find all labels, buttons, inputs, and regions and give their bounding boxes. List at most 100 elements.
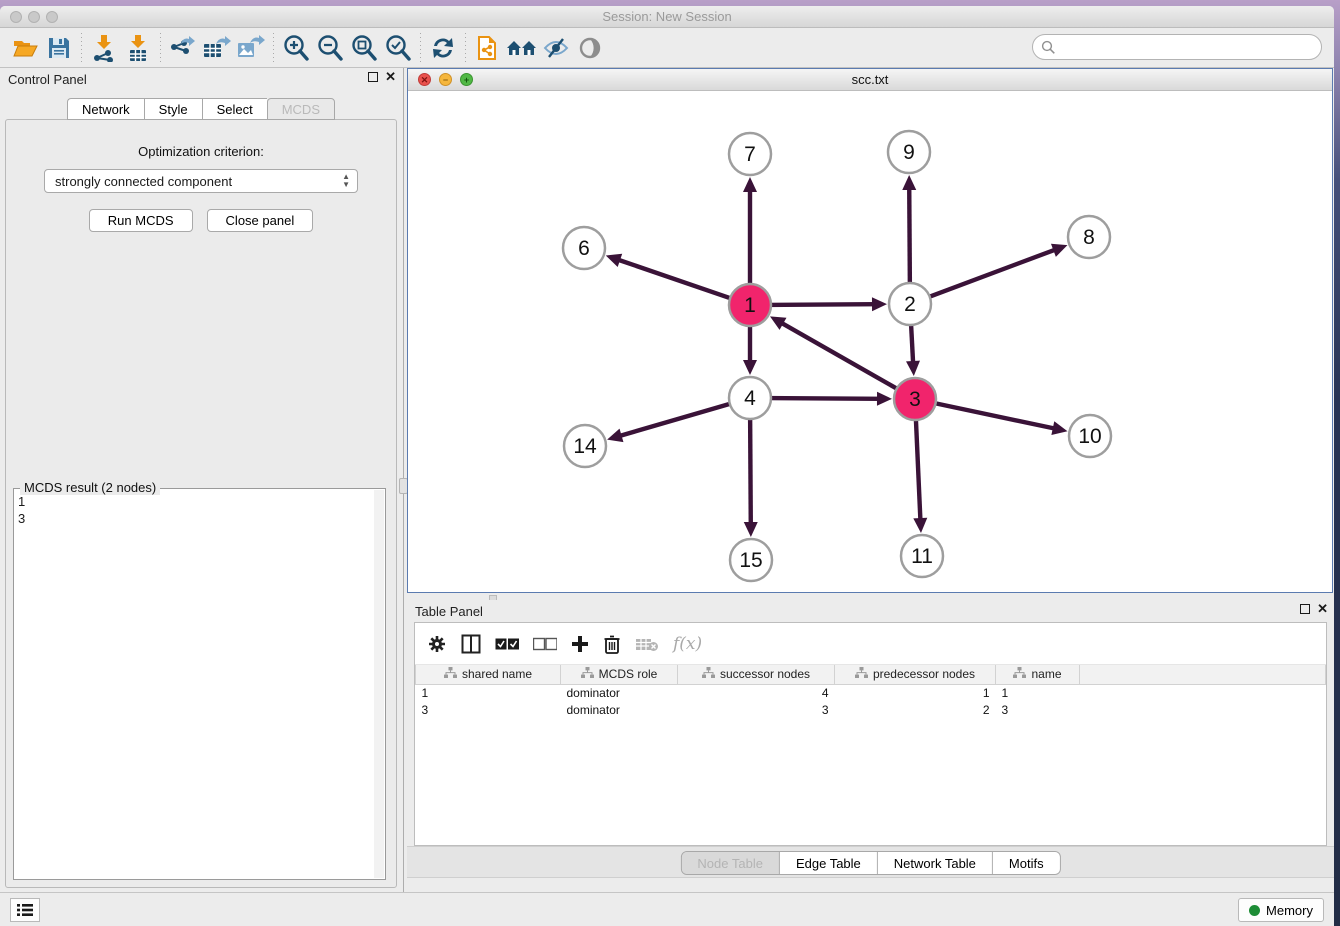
graph-arrowhead [902,175,916,190]
network-titlebar: ✕ − + scc.txt [408,69,1332,91]
delete-column-button[interactable] [603,634,621,654]
graph-arrowhead [877,392,892,406]
result-scrollbar[interactable] [374,490,384,878]
graph-arrowhead [606,254,622,267]
graph-edge-4-15[interactable] [750,415,751,525]
open-file-icon [12,37,38,59]
run-mcds-button[interactable]: Run MCDS [89,209,193,232]
tab-edge-table[interactable]: Edge Table [780,852,878,874]
zoom-fit-button[interactable] [347,32,381,64]
table-tabs: Node TableEdge TableNetwork TableMotifs [680,851,1060,875]
graph-edge-2-9[interactable] [909,187,910,287]
export-table-button[interactable] [200,32,234,64]
task-history-button[interactable] [10,898,40,922]
tab-network-table[interactable]: Network Table [878,852,993,874]
control-panel: Control Panel ✕ NetworkStyleSelectMCDS O… [0,68,402,892]
tab-select[interactable]: Select [202,98,267,120]
save-session-button[interactable] [42,32,76,64]
graph-edge-4-14[interactable] [619,403,734,436]
column-type-icon [444,667,457,682]
main-toolbar [0,28,1334,68]
column-header-name[interactable]: name [996,665,1080,684]
graph-node-label-2: 2 [904,293,916,316]
split-panel-button[interactable] [461,634,481,654]
hide-panel-button[interactable] [539,32,573,64]
network-canvas[interactable]: 7968124314101511 [408,91,1332,592]
column-type-icon [1013,667,1026,682]
tab-mcds[interactable]: MCDS [267,98,335,120]
delete-table-button[interactable] [635,636,659,652]
export-image-icon [236,34,266,62]
column-type-icon [702,667,715,682]
graph-arrowhead [744,522,758,537]
show-panel-icon [577,36,603,60]
zoom-in-button[interactable] [279,32,313,64]
control-tabs: NetworkStyleSelectMCDS [0,98,402,120]
memory-button[interactable]: Memory [1238,898,1324,922]
mcds-result-text[interactable]: 1 3 [18,493,373,877]
open-file-button[interactable] [8,32,42,64]
graph-node-label-4: 4 [744,387,756,410]
export-image-button[interactable] [234,32,268,64]
memory-label: Memory [1266,903,1313,918]
column-header-successor-nodes[interactable]: successor nodes [678,665,835,684]
select-all-icon [495,637,519,651]
graph-edge-3-10[interactable] [932,403,1056,429]
optimization-label: Optimization criterion: [6,144,396,159]
graph-edge-3-11[interactable] [916,416,921,521]
tab-network[interactable]: Network [67,98,144,120]
home-layout-button[interactable] [505,32,539,64]
graph-arrowhead [906,361,920,376]
toolbar-separator [81,33,82,63]
show-panel-button[interactable] [573,32,607,64]
memory-status-icon [1249,905,1260,916]
graph-edge-2-8[interactable] [926,249,1056,298]
deselect-all-button[interactable] [533,637,557,651]
graph-edge-3-1[interactable] [780,322,900,390]
column-header-predecessor-nodes[interactable]: predecessor nodes [835,665,996,684]
zoom-out-button[interactable] [313,32,347,64]
table-header-row[interactable]: shared nameMCDS rolesuccessor nodesprede… [416,665,1326,684]
close-panel-button[interactable]: Close panel [207,209,314,232]
zoom-in-icon [282,34,310,62]
float-table-panel-icon[interactable] [1300,604,1310,614]
table-container: f(x) shared nameMCDS rolesuccessor nodes… [414,622,1327,846]
graph-edge-4-3[interactable] [767,398,880,399]
tab-node-table[interactable]: Node Table [681,852,780,874]
tab-style[interactable]: Style [144,98,202,120]
window-title: Session: New Session [0,9,1334,24]
search-input[interactable] [1032,34,1322,60]
add-column-button[interactable] [571,635,589,653]
network-document-icon [475,33,501,63]
graph-edge-1-6[interactable] [617,259,734,299]
graph-edge-2-3[interactable] [911,321,913,364]
close-panel-icon[interactable]: ✕ [385,72,396,82]
zoom-selected-button[interactable] [381,32,415,64]
refresh-layout-button[interactable] [426,32,460,64]
settings-gear-icon [427,634,447,654]
search-container [1032,34,1322,60]
network-document-button[interactable] [471,32,505,64]
graph-edge-1-2[interactable] [767,304,875,305]
graph-arrowhead [1051,421,1067,435]
tab-motifs[interactable]: Motifs [993,852,1060,874]
close-table-panel-icon[interactable]: ✕ [1317,604,1328,614]
export-network-button[interactable] [166,32,200,64]
select-all-button[interactable] [495,637,519,651]
function-builder-button[interactable]: f(x) [673,634,702,654]
import-network-button[interactable] [87,32,121,64]
settings-gear-button[interactable] [427,634,447,654]
app-window: Session: New Session [0,6,1334,926]
import-table-button[interactable] [121,32,155,64]
criterion-select[interactable]: strongly connected component ▲▼ [44,169,358,193]
float-panel-icon[interactable] [368,72,378,82]
table-row[interactable]: 3dominator323 [416,701,1326,718]
graph-node-label-3: 3 [909,388,921,411]
toolbar-separator [160,33,161,63]
column-header-shared-name[interactable]: shared name [416,665,561,684]
network-svg[interactable]: 7968124314101511 [408,91,1332,592]
column-header-mcds-role[interactable]: MCDS role [561,665,678,684]
table-row[interactable]: 1dominator411 [416,684,1326,701]
delete-table-icon [635,636,659,652]
graph-node-label-9: 9 [903,141,915,164]
